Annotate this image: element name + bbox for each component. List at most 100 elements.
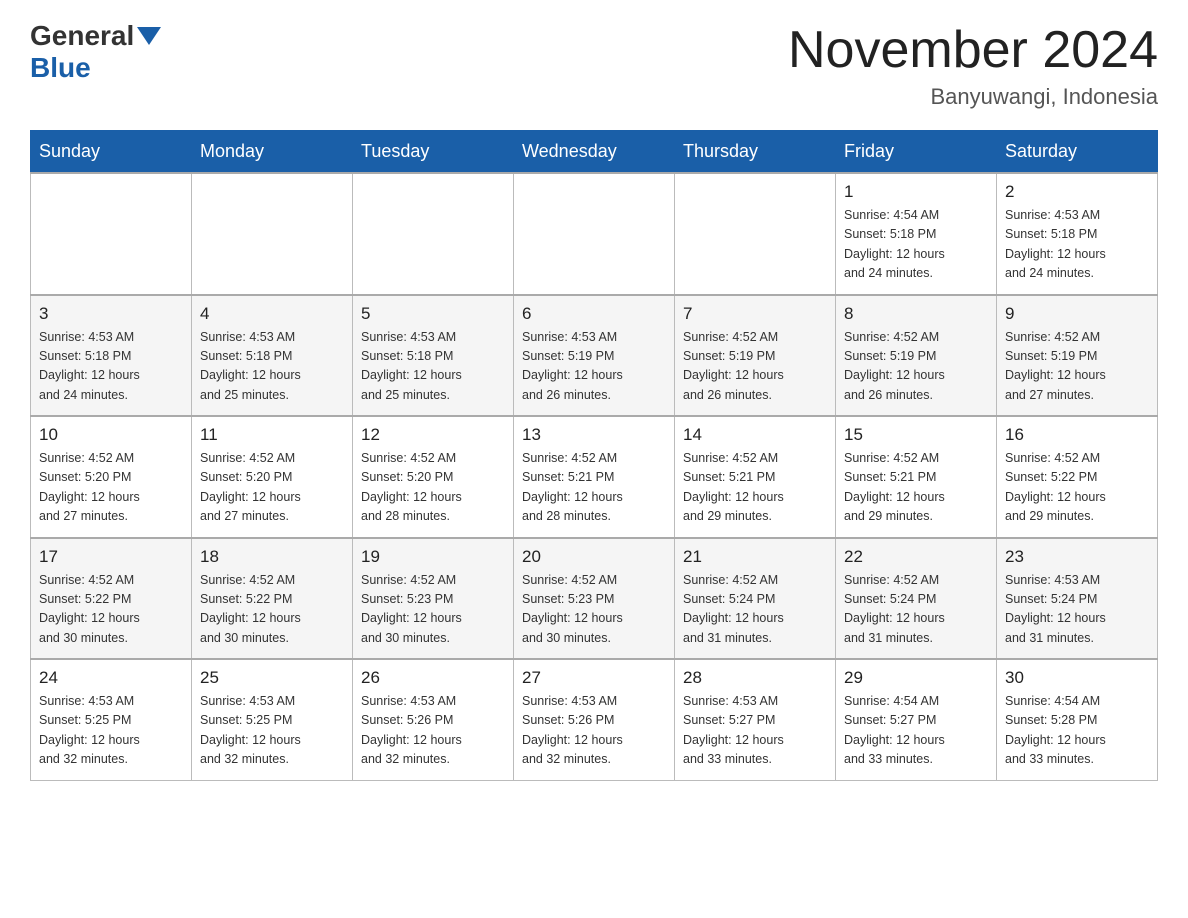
day-number: 7 xyxy=(683,304,827,324)
day-info: Sunrise: 4:53 AMSunset: 5:19 PMDaylight:… xyxy=(522,328,666,406)
day-info: Sunrise: 4:52 AMSunset: 5:21 PMDaylight:… xyxy=(683,449,827,527)
weekday-header-friday: Friday xyxy=(836,131,997,174)
day-number: 28 xyxy=(683,668,827,688)
day-number: 3 xyxy=(39,304,183,324)
calendar-cell: 16 Sunrise: 4:52 AMSunset: 5:22 PMDayligh… xyxy=(997,416,1158,538)
calendar-row: 3 Sunrise: 4:53 AMSunset: 5:18 PMDaylight… xyxy=(31,295,1158,417)
day-info: Sunrise: 4:52 AMSunset: 5:21 PMDaylight:… xyxy=(522,449,666,527)
day-number: 30 xyxy=(1005,668,1149,688)
day-info: Sunrise: 4:53 AMSunset: 5:25 PMDaylight:… xyxy=(200,692,344,770)
day-number: 4 xyxy=(200,304,344,324)
month-title: November 2024 xyxy=(788,20,1158,80)
day-info: Sunrise: 4:52 AMSunset: 5:22 PMDaylight:… xyxy=(1005,449,1149,527)
day-info: Sunrise: 4:52 AMSunset: 5:23 PMDaylight:… xyxy=(361,571,505,649)
calendar-cell: 1 Sunrise: 4:54 AMSunset: 5:18 PMDaylight… xyxy=(836,173,997,295)
calendar-cell: 10Sunrise: 4:52 AMSunset: 5:20 PMDayligh… xyxy=(31,416,192,538)
day-number: 25 xyxy=(200,668,344,688)
day-number: 1 xyxy=(844,182,988,202)
calendar-cell: 13 Sunrise: 4:52 AMSunset: 5:21 PMDayligh… xyxy=(514,416,675,538)
weekday-header-sunday: Sunday xyxy=(31,131,192,174)
day-info: Sunrise: 4:52 AMSunset: 5:21 PMDaylight:… xyxy=(844,449,988,527)
calendar-row: 24 Sunrise: 4:53 AMSunset: 5:25 PMDayligh… xyxy=(31,659,1158,780)
calendar-cell: 20 Sunrise: 4:52 AMSunset: 5:23 PMDayligh… xyxy=(514,538,675,660)
day-info: Sunrise: 4:53 AMSunset: 5:18 PMDaylight:… xyxy=(1005,206,1149,284)
day-number: 6 xyxy=(522,304,666,324)
day-number: 2 xyxy=(1005,182,1149,202)
logo-general-text: General xyxy=(30,20,134,52)
day-number: 16 xyxy=(1005,425,1149,445)
day-number: 15 xyxy=(844,425,988,445)
calendar-cell: 8Sunrise: 4:52 AMSunset: 5:19 PMDaylight… xyxy=(836,295,997,417)
calendar-cell: 27 Sunrise: 4:53 AMSunset: 5:26 PMDayligh… xyxy=(514,659,675,780)
day-info: Sunrise: 4:53 AMSunset: 5:25 PMDaylight:… xyxy=(39,692,183,770)
day-info: Sunrise: 4:54 AMSunset: 5:27 PMDaylight:… xyxy=(844,692,988,770)
day-number: 10 xyxy=(39,425,183,445)
calendar-cell xyxy=(353,173,514,295)
day-number: 17 xyxy=(39,547,183,567)
day-info: Sunrise: 4:53 AMSunset: 5:26 PMDaylight:… xyxy=(361,692,505,770)
day-number: 18 xyxy=(200,547,344,567)
calendar-cell: 11Sunrise: 4:52 AMSunset: 5:20 PMDayligh… xyxy=(192,416,353,538)
day-info: Sunrise: 4:52 AMSunset: 5:19 PMDaylight:… xyxy=(683,328,827,406)
day-number: 9 xyxy=(1005,304,1149,324)
day-number: 29 xyxy=(844,668,988,688)
day-info: Sunrise: 4:53 AMSunset: 5:27 PMDaylight:… xyxy=(683,692,827,770)
day-number: 19 xyxy=(361,547,505,567)
location: Banyuwangi, Indonesia xyxy=(788,84,1158,110)
calendar-cell xyxy=(192,173,353,295)
calendar-cell: 28 Sunrise: 4:53 AMSunset: 5:27 PMDayligh… xyxy=(675,659,836,780)
page-header: General Blue November 2024 Banyuwangi, I… xyxy=(30,20,1158,110)
calendar-cell: 17 Sunrise: 4:52 AMSunset: 5:22 PMDayligh… xyxy=(31,538,192,660)
day-number: 20 xyxy=(522,547,666,567)
day-number: 14 xyxy=(683,425,827,445)
day-info: Sunrise: 4:54 AMSunset: 5:28 PMDaylight:… xyxy=(1005,692,1149,770)
day-number: 24 xyxy=(39,668,183,688)
calendar-cell: 5 Sunrise: 4:53 AMSunset: 5:18 PMDaylight… xyxy=(353,295,514,417)
day-info: Sunrise: 4:53 AMSunset: 5:18 PMDaylight:… xyxy=(39,328,183,406)
day-info: Sunrise: 4:52 AMSunset: 5:22 PMDaylight:… xyxy=(200,571,344,649)
logo-blue-text: Blue xyxy=(30,52,91,84)
weekday-header-monday: Monday xyxy=(192,131,353,174)
calendar-cell xyxy=(31,173,192,295)
day-info: Sunrise: 4:52 AMSunset: 5:20 PMDaylight:… xyxy=(361,449,505,527)
weekday-header-saturday: Saturday xyxy=(997,131,1158,174)
calendar-cell: 12 Sunrise: 4:52 AMSunset: 5:20 PMDayligh… xyxy=(353,416,514,538)
calendar-cell: 21 Sunrise: 4:52 AMSunset: 5:24 PMDayligh… xyxy=(675,538,836,660)
day-number: 12 xyxy=(361,425,505,445)
day-number: 13 xyxy=(522,425,666,445)
calendar-cell: 7 Sunrise: 4:52 AMSunset: 5:19 PMDaylight… xyxy=(675,295,836,417)
day-info: Sunrise: 4:52 AMSunset: 5:22 PMDaylight:… xyxy=(39,571,183,649)
calendar-row: 1 Sunrise: 4:54 AMSunset: 5:18 PMDaylight… xyxy=(31,173,1158,295)
calendar-cell xyxy=(514,173,675,295)
calendar-cell: 9Sunrise: 4:52 AMSunset: 5:19 PMDaylight… xyxy=(997,295,1158,417)
calendar-row: 17 Sunrise: 4:52 AMSunset: 5:22 PMDayligh… xyxy=(31,538,1158,660)
calendar-cell: 6 Sunrise: 4:53 AMSunset: 5:19 PMDaylight… xyxy=(514,295,675,417)
day-number: 22 xyxy=(844,547,988,567)
day-info: Sunrise: 4:52 AMSunset: 5:23 PMDaylight:… xyxy=(522,571,666,649)
day-info: Sunrise: 4:54 AMSunset: 5:18 PMDaylight:… xyxy=(844,206,988,284)
calendar-cell: 14 Sunrise: 4:52 AMSunset: 5:21 PMDayligh… xyxy=(675,416,836,538)
day-info: Sunrise: 4:52 AMSunset: 5:24 PMDaylight:… xyxy=(844,571,988,649)
calendar-cell: 22 Sunrise: 4:52 AMSunset: 5:24 PMDayligh… xyxy=(836,538,997,660)
day-number: 8 xyxy=(844,304,988,324)
day-info: Sunrise: 4:52 AMSunset: 5:24 PMDaylight:… xyxy=(683,571,827,649)
title-block: November 2024 Banyuwangi, Indonesia xyxy=(788,20,1158,110)
calendar-cell: 3 Sunrise: 4:53 AMSunset: 5:18 PMDaylight… xyxy=(31,295,192,417)
calendar-cell: 30 Sunrise: 4:54 AMSunset: 5:28 PMDayligh… xyxy=(997,659,1158,780)
calendar-table: SundayMondayTuesdayWednesdayThursdayFrid… xyxy=(30,130,1158,781)
calendar-cell: 23 Sunrise: 4:53 AMSunset: 5:24 PMDayligh… xyxy=(997,538,1158,660)
weekday-header-wednesday: Wednesday xyxy=(514,131,675,174)
calendar-cell: 2 Sunrise: 4:53 AMSunset: 5:18 PMDaylight… xyxy=(997,173,1158,295)
day-info: Sunrise: 4:53 AMSunset: 5:24 PMDaylight:… xyxy=(1005,571,1149,649)
day-info: Sunrise: 4:53 AMSunset: 5:26 PMDaylight:… xyxy=(522,692,666,770)
calendar-row: 10 Sunrise: 4:52 AMSunset: 5:20 PMDayligh… xyxy=(31,416,1158,538)
calendar-cell: 4Sunrise: 4:53 AMSunset: 5:18 PMDaylight… xyxy=(192,295,353,417)
day-info: Sunrise: 4:53 AMSunset: 5:18 PMDaylight:… xyxy=(361,328,505,406)
weekday-header-thursday: Thursday xyxy=(675,131,836,174)
day-number: 27 xyxy=(522,668,666,688)
day-number: 23 xyxy=(1005,547,1149,567)
day-number: 21 xyxy=(683,547,827,567)
day-number: 5 xyxy=(361,304,505,324)
calendar-cell xyxy=(675,173,836,295)
calendar-cell: 18 Sunrise: 4:52 AMSunset: 5:22 PMDayligh… xyxy=(192,538,353,660)
